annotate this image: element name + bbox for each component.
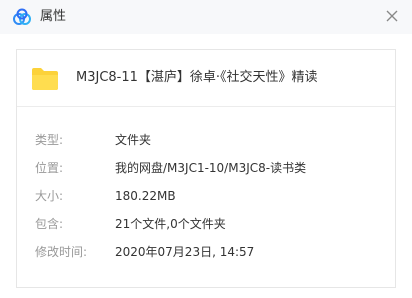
contains-label: 包含:	[35, 217, 64, 231]
property-row-modified: 修改时间: 2020年07月23日, 14:57	[17, 242, 395, 262]
modified-value: 2020年07月23日, 14:57	[115, 245, 255, 259]
type-value: 文件夹	[115, 133, 152, 147]
title-bar[interactable]: 属性	[0, 0, 412, 34]
size-value: 180.22MB	[115, 189, 176, 203]
file-header: M3JC8-11【湛庐】徐卓·《社交天性》精读	[17, 50, 395, 107]
folder-icon	[32, 68, 58, 90]
property-row-type: 类型: 文件夹	[17, 130, 395, 150]
dialog-title: 属性	[40, 9, 67, 24]
properties-panel: M3JC8-11【湛庐】徐卓·《社交天性》精读 类型: 文件夹 位置: 我的网盘…	[16, 49, 396, 288]
modified-label: 修改时间:	[35, 245, 88, 259]
contains-value: 21个文件,0个文件夹	[115, 217, 226, 231]
property-row-size: 大小: 180.22MB	[17, 186, 395, 206]
file-name: M3JC8-11【湛庐】徐卓·《社交天性》精读	[76, 70, 318, 85]
close-icon[interactable]	[382, 6, 402, 26]
location-value: 我的网盘/M3JC1-10/M3JC8-读书类	[115, 161, 307, 175]
baidu-netdisk-cloud-icon	[13, 8, 31, 25]
properties-dialog: 属性 M3JC8-11【湛庐】徐卓·《社交天性》精读 类型: 文件夹 位置: 我…	[0, 0, 412, 298]
location-label: 位置:	[35, 161, 64, 175]
type-label: 类型:	[35, 133, 64, 147]
property-row-location: 位置: 我的网盘/M3JC1-10/M3JC8-读书类	[17, 158, 395, 178]
size-label: 大小:	[35, 189, 64, 203]
property-row-contains: 包含: 21个文件,0个文件夹	[17, 214, 395, 234]
